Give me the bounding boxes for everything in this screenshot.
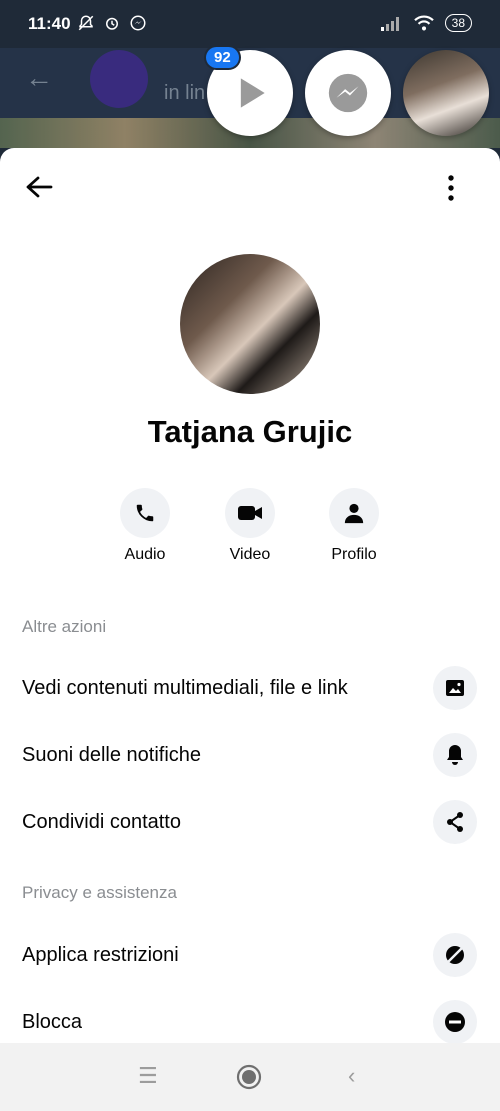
section-privacy: Privacy e assistenza [22,883,177,902]
wifi-icon [413,15,434,31]
menu-item-restrict[interactable]: Applica restrizioni [0,926,500,986]
profile-button[interactable]: Profilo [314,488,394,564]
menu-item-share-contact-label: Condividi contatto [22,811,181,833]
video-camera-icon [238,506,262,520]
menu-item-notification-sounds-label: Suoni delle notifiche [22,744,202,766]
system-navigation-bar: ☰ ‹ [0,1043,500,1111]
profile-label: Profilo [331,546,377,563]
share-icon [447,812,463,832]
back-nav-icon[interactable]: ‹ [348,1063,355,1089]
menu-item-media[interactable]: Vedi contenuti multimediali, file e link [0,659,500,719]
block-icon [445,1012,465,1032]
messenger-icon [328,73,368,113]
image-icon [446,680,464,696]
status-bar: 11:40 38 [0,0,500,48]
chat-head-avatar[interactable] [403,50,489,136]
person-icon [344,503,364,524]
menu-item-restrict-label: Applica restrizioni [22,944,179,966]
video-label: Video [229,546,271,563]
video-call-button[interactable]: Video [210,488,290,564]
alarm-icon [106,17,118,30]
menu-item-share-contact[interactable]: Condividi contatto [0,793,500,853]
background-status: in lin [164,82,206,104]
notification-badge: 92 [206,47,239,68]
profile-photo [180,254,320,394]
back-arrow-icon[interactable] [25,175,53,199]
play-icon [240,78,265,108]
signal-icon [380,17,399,31]
phone-icon [136,504,154,522]
status-time: 11:40 [28,14,71,33]
home-icon[interactable] [236,1064,262,1090]
audio-call-button[interactable]: Audio [105,488,185,564]
section-more-actions: Altre azioni [22,617,107,636]
bell-icon [447,745,463,765]
chat-head-messenger[interactable] [305,50,391,136]
menu-item-notification-sounds[interactable]: Suoni delle notifiche [0,726,500,786]
messenger-icon [130,15,146,31]
contact-details-sheet: Tatjana Grujic Audio Video Profilo Altre… [0,148,500,1044]
restrict-icon [446,946,464,964]
more-options-icon[interactable] [446,174,456,202]
recent-apps-icon[interactable]: ☰ [138,1063,158,1089]
menu-item-block-label: Blocca [22,1011,83,1033]
background-avatar [90,50,148,108]
notifications-off-icon [78,15,94,31]
background-back-icon: ← [25,62,53,93]
audio-label: Audio [124,546,166,563]
battery-icon: 38 [444,14,472,32]
profile-name: Tatjana Grujic [147,414,353,449]
menu-item-media-label: Vedi contenuti multimediali, file e link [22,677,348,699]
